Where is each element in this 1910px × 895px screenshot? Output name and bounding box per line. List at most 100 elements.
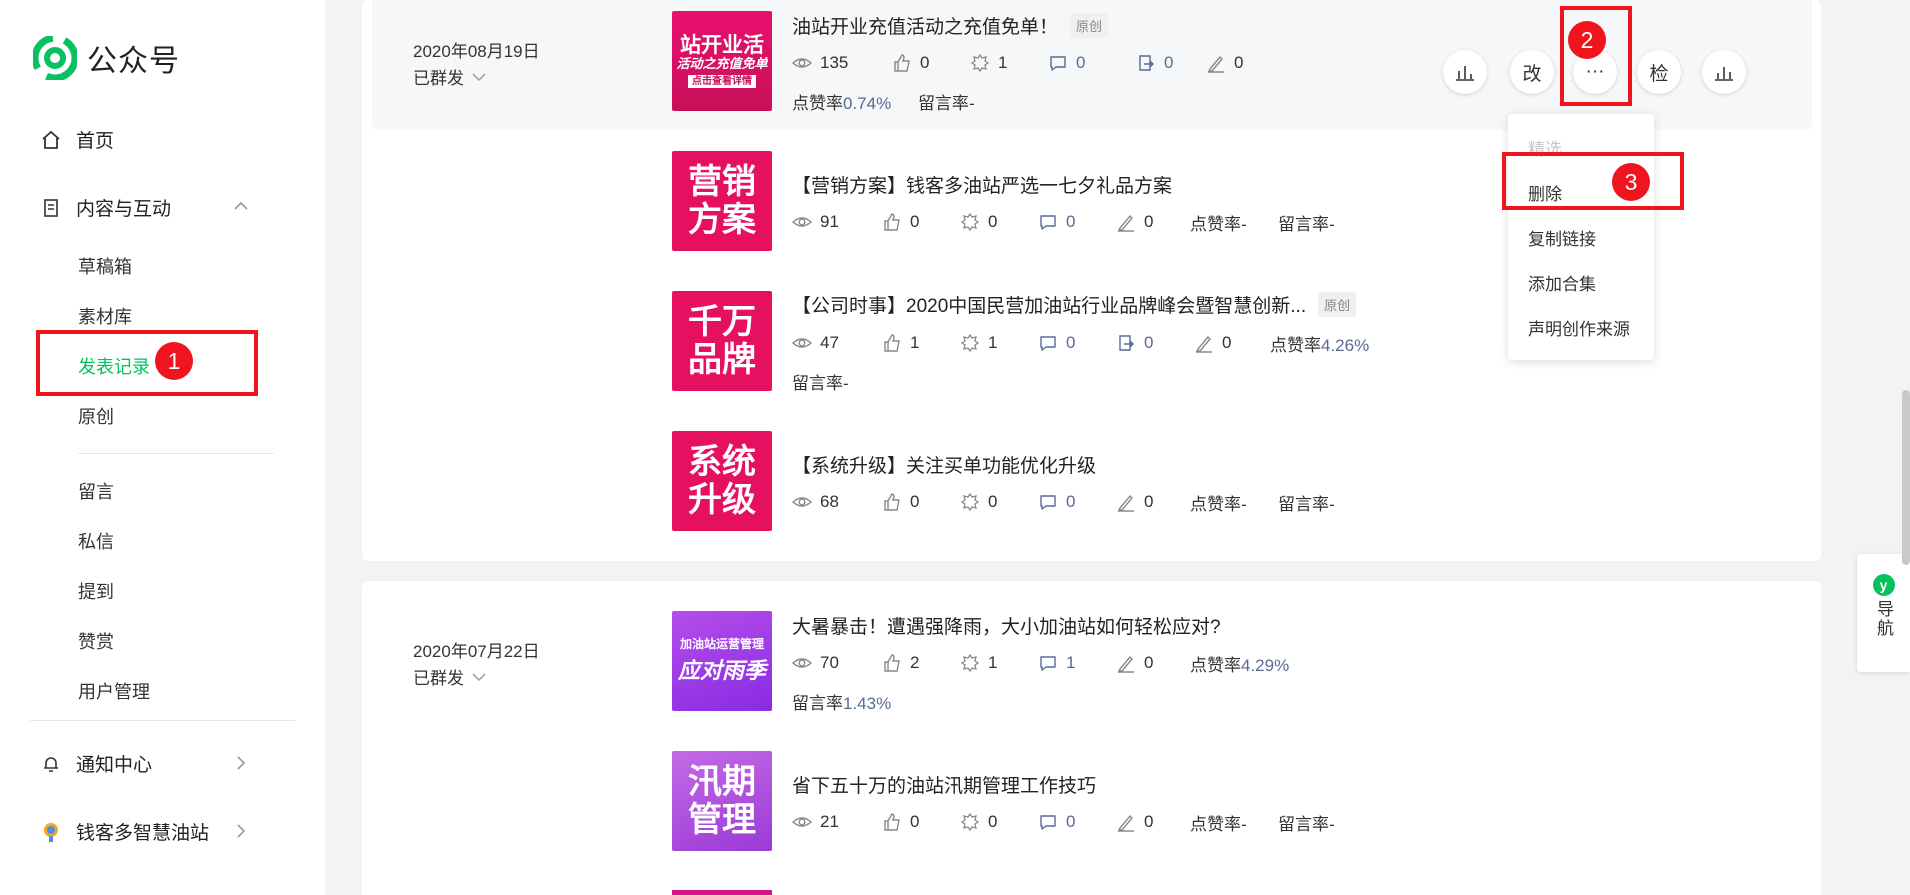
views-count: 68 <box>820 492 839 511</box>
pen-icon <box>1207 55 1224 73</box>
thumb-text: 升级 <box>688 481 756 519</box>
comment-icon <box>1040 815 1056 830</box>
chevron-right-icon[interactable] <box>232 822 250 840</box>
stats-button[interactable] <box>1443 50 1487 94</box>
nav-notify[interactable]: 通知中心 <box>40 750 152 777</box>
comments-stat[interactable]: 0 <box>1038 812 1116 832</box>
sidebar-item-rewards[interactable]: 赞赏 <box>78 628 114 654</box>
article-rates: 留言率1.43% <box>792 689 891 714</box>
comment-icon <box>1040 495 1056 510</box>
comment-rate: 留言率- <box>1278 810 1335 835</box>
nav-account[interactable]: 钱客多智慧油站 <box>40 818 209 845</box>
sidebar-item-users[interactable]: 用户管理 <box>78 678 150 704</box>
menu-item-declare-source[interactable]: 声明创作来源 <box>1528 315 1630 340</box>
original-tag: 原创 <box>1070 13 1109 38</box>
sidebar-item-messages[interactable]: 私信 <box>78 528 114 554</box>
article-thumbnail[interactable]: 站开业活 活动之充值免单 点击查看详情 <box>672 11 772 111</box>
comments-stat[interactable]: 0 <box>1048 53 1136 73</box>
comment-icon <box>1040 656 1056 671</box>
chevron-up-icon[interactable] <box>232 197 250 215</box>
article-title-text: 油站开业充值活动之充值免单！ <box>792 17 1059 38</box>
nav-content-group[interactable]: 内容与互动 <box>40 194 171 221</box>
thumb-text: 活动之充值免单 <box>676 56 768 72</box>
likes-count: 0 <box>910 492 920 511</box>
article-title[interactable]: 【系统升级】关注买单功能优化升级 <box>792 451 1096 478</box>
scrollbar-thumb[interactable] <box>1902 390 1910 565</box>
edits-stat: 0 <box>1116 812 1190 832</box>
views-stat: 68 <box>792 492 882 512</box>
article-thumbnail[interactable]: 汛期 管理 <box>672 751 772 851</box>
article-thumbnail[interactable]: 营销 方案 <box>672 151 772 251</box>
article-title[interactable]: 大暑暴击！遭遇强降雨，大小加油站如何轻松应对? <box>792 612 1221 639</box>
publish-status-dropdown[interactable]: 已群发 <box>413 64 486 89</box>
shares-count: 0 <box>1144 333 1154 352</box>
sidebar-item-drafts[interactable]: 草稿箱 <box>78 253 132 279</box>
check-button[interactable]: 检 <box>1637 50 1681 94</box>
thumbs-up-icon <box>884 334 900 352</box>
wow-count: 1 <box>998 53 1008 72</box>
guide-nav-button[interactable]: y 导航 <box>1857 554 1910 672</box>
eye-icon <box>792 338 812 348</box>
publish-status: 已群发 <box>413 669 464 688</box>
nav-home[interactable]: 首页 <box>40 126 114 153</box>
likes-stat: 2 <box>882 653 960 673</box>
article-title[interactable]: 【公司时事】2020中国民营加油站行业品牌峰会暨智慧创新... 原创 <box>792 291 1357 318</box>
publish-status-dropdown[interactable]: 已群发 <box>413 664 486 689</box>
like-rate: 点赞率- <box>1190 210 1278 235</box>
edit-button[interactable]: 改 <box>1510 50 1554 94</box>
article-title[interactable]: 【营销方案】钱客多油站严选一七夕礼品方案 <box>792 171 1172 198</box>
nav-account-label: 钱客多智慧油站 <box>76 823 210 844</box>
article-thumbnail[interactable]: 系统 升级 <box>672 431 772 531</box>
article-thumbnail[interactable]: 千万 品牌 <box>672 291 772 391</box>
comments-stat[interactable]: 1 <box>1038 653 1116 673</box>
menu-item-copy-link[interactable]: 复制链接 <box>1528 225 1596 250</box>
comment-rate-value: 1.43% <box>843 694 892 713</box>
chevron-right-icon[interactable] <box>232 754 250 772</box>
logo[interactable]: 公众号 <box>33 36 180 80</box>
edits-stat: 0 <box>1116 492 1190 512</box>
likes-stat: 0 <box>882 212 960 232</box>
edits-stat: 0 <box>1194 333 1270 353</box>
like-rate: 点赞率- <box>1190 810 1278 835</box>
more-actions-menu: 精选 删除 复制链接 添加合集 声明创作来源 <box>1508 114 1654 360</box>
logo-text: 公众号 <box>87 45 180 78</box>
article-title[interactable]: 省下五十万的油站汛期管理工作技巧 <box>792 771 1096 798</box>
article-thumbnail[interactable]: 加油站运营管理 应对雨季 <box>672 611 772 711</box>
comment-rate-label: 留言率 <box>792 374 843 393</box>
comments-stat[interactable]: 0 <box>1038 492 1116 512</box>
pen-icon <box>1117 214 1134 232</box>
thumb-text: 品牌 <box>688 341 756 379</box>
sidebar-item-comments[interactable]: 留言 <box>78 478 114 504</box>
comments-stat[interactable]: 0 <box>1038 333 1116 353</box>
thumb-text: 营销 <box>688 162 756 201</box>
comment-rate: 留言率- <box>1278 490 1335 515</box>
comments-count: 0 <box>1066 812 1076 831</box>
wow-icon <box>960 492 980 512</box>
menu-item-add-collection[interactable]: 添加合集 <box>1528 270 1596 295</box>
like-rate-value: - <box>1241 814 1247 834</box>
divider <box>78 453 274 454</box>
comment-rate-label: 留言率 <box>1278 814 1329 834</box>
sidebar: 公众号 首页 内容与互动 草稿箱 素材库 发表记录 原创 留言 私信 提到 赞赏… <box>0 0 325 895</box>
comments-stat[interactable]: 0 <box>1038 212 1116 232</box>
edits-count: 0 <box>1234 53 1244 72</box>
sidebar-item-original[interactable]: 原创 <box>78 403 114 429</box>
sidebar-item-mentions[interactable]: 提到 <box>78 578 114 604</box>
like-rate-label: 点赞率 <box>1190 494 1241 514</box>
sidebar-item-materials[interactable]: 素材库 <box>78 303 132 329</box>
annotation-box-1 <box>36 330 258 396</box>
wow-count: 0 <box>988 812 998 831</box>
article-title[interactable]: 油站开业充值活动之充值免单！ 原创 <box>792 12 1109 39</box>
likes-count: 1 <box>910 333 920 352</box>
shares-stat[interactable]: 0 <box>1136 53 1206 73</box>
eye-icon <box>792 497 812 507</box>
edits-count: 0 <box>1144 492 1154 511</box>
thumb-text: 加油站运营管理 <box>679 636 764 651</box>
comment-icon <box>1040 336 1056 351</box>
views-stat: 47 <box>792 333 882 353</box>
article-stats: 135 0 1 0 0 0 <box>792 51 1266 75</box>
data-analysis-button[interactable] <box>1702 50 1746 94</box>
article-stats: 70 2 1 1 0 点赞率4.29% <box>792 651 1289 675</box>
shares-stat[interactable]: 0 <box>1116 333 1194 353</box>
article-title-text: 大暑暴击！遭遇强降雨，大小加油站如何轻松应对? <box>792 617 1221 638</box>
